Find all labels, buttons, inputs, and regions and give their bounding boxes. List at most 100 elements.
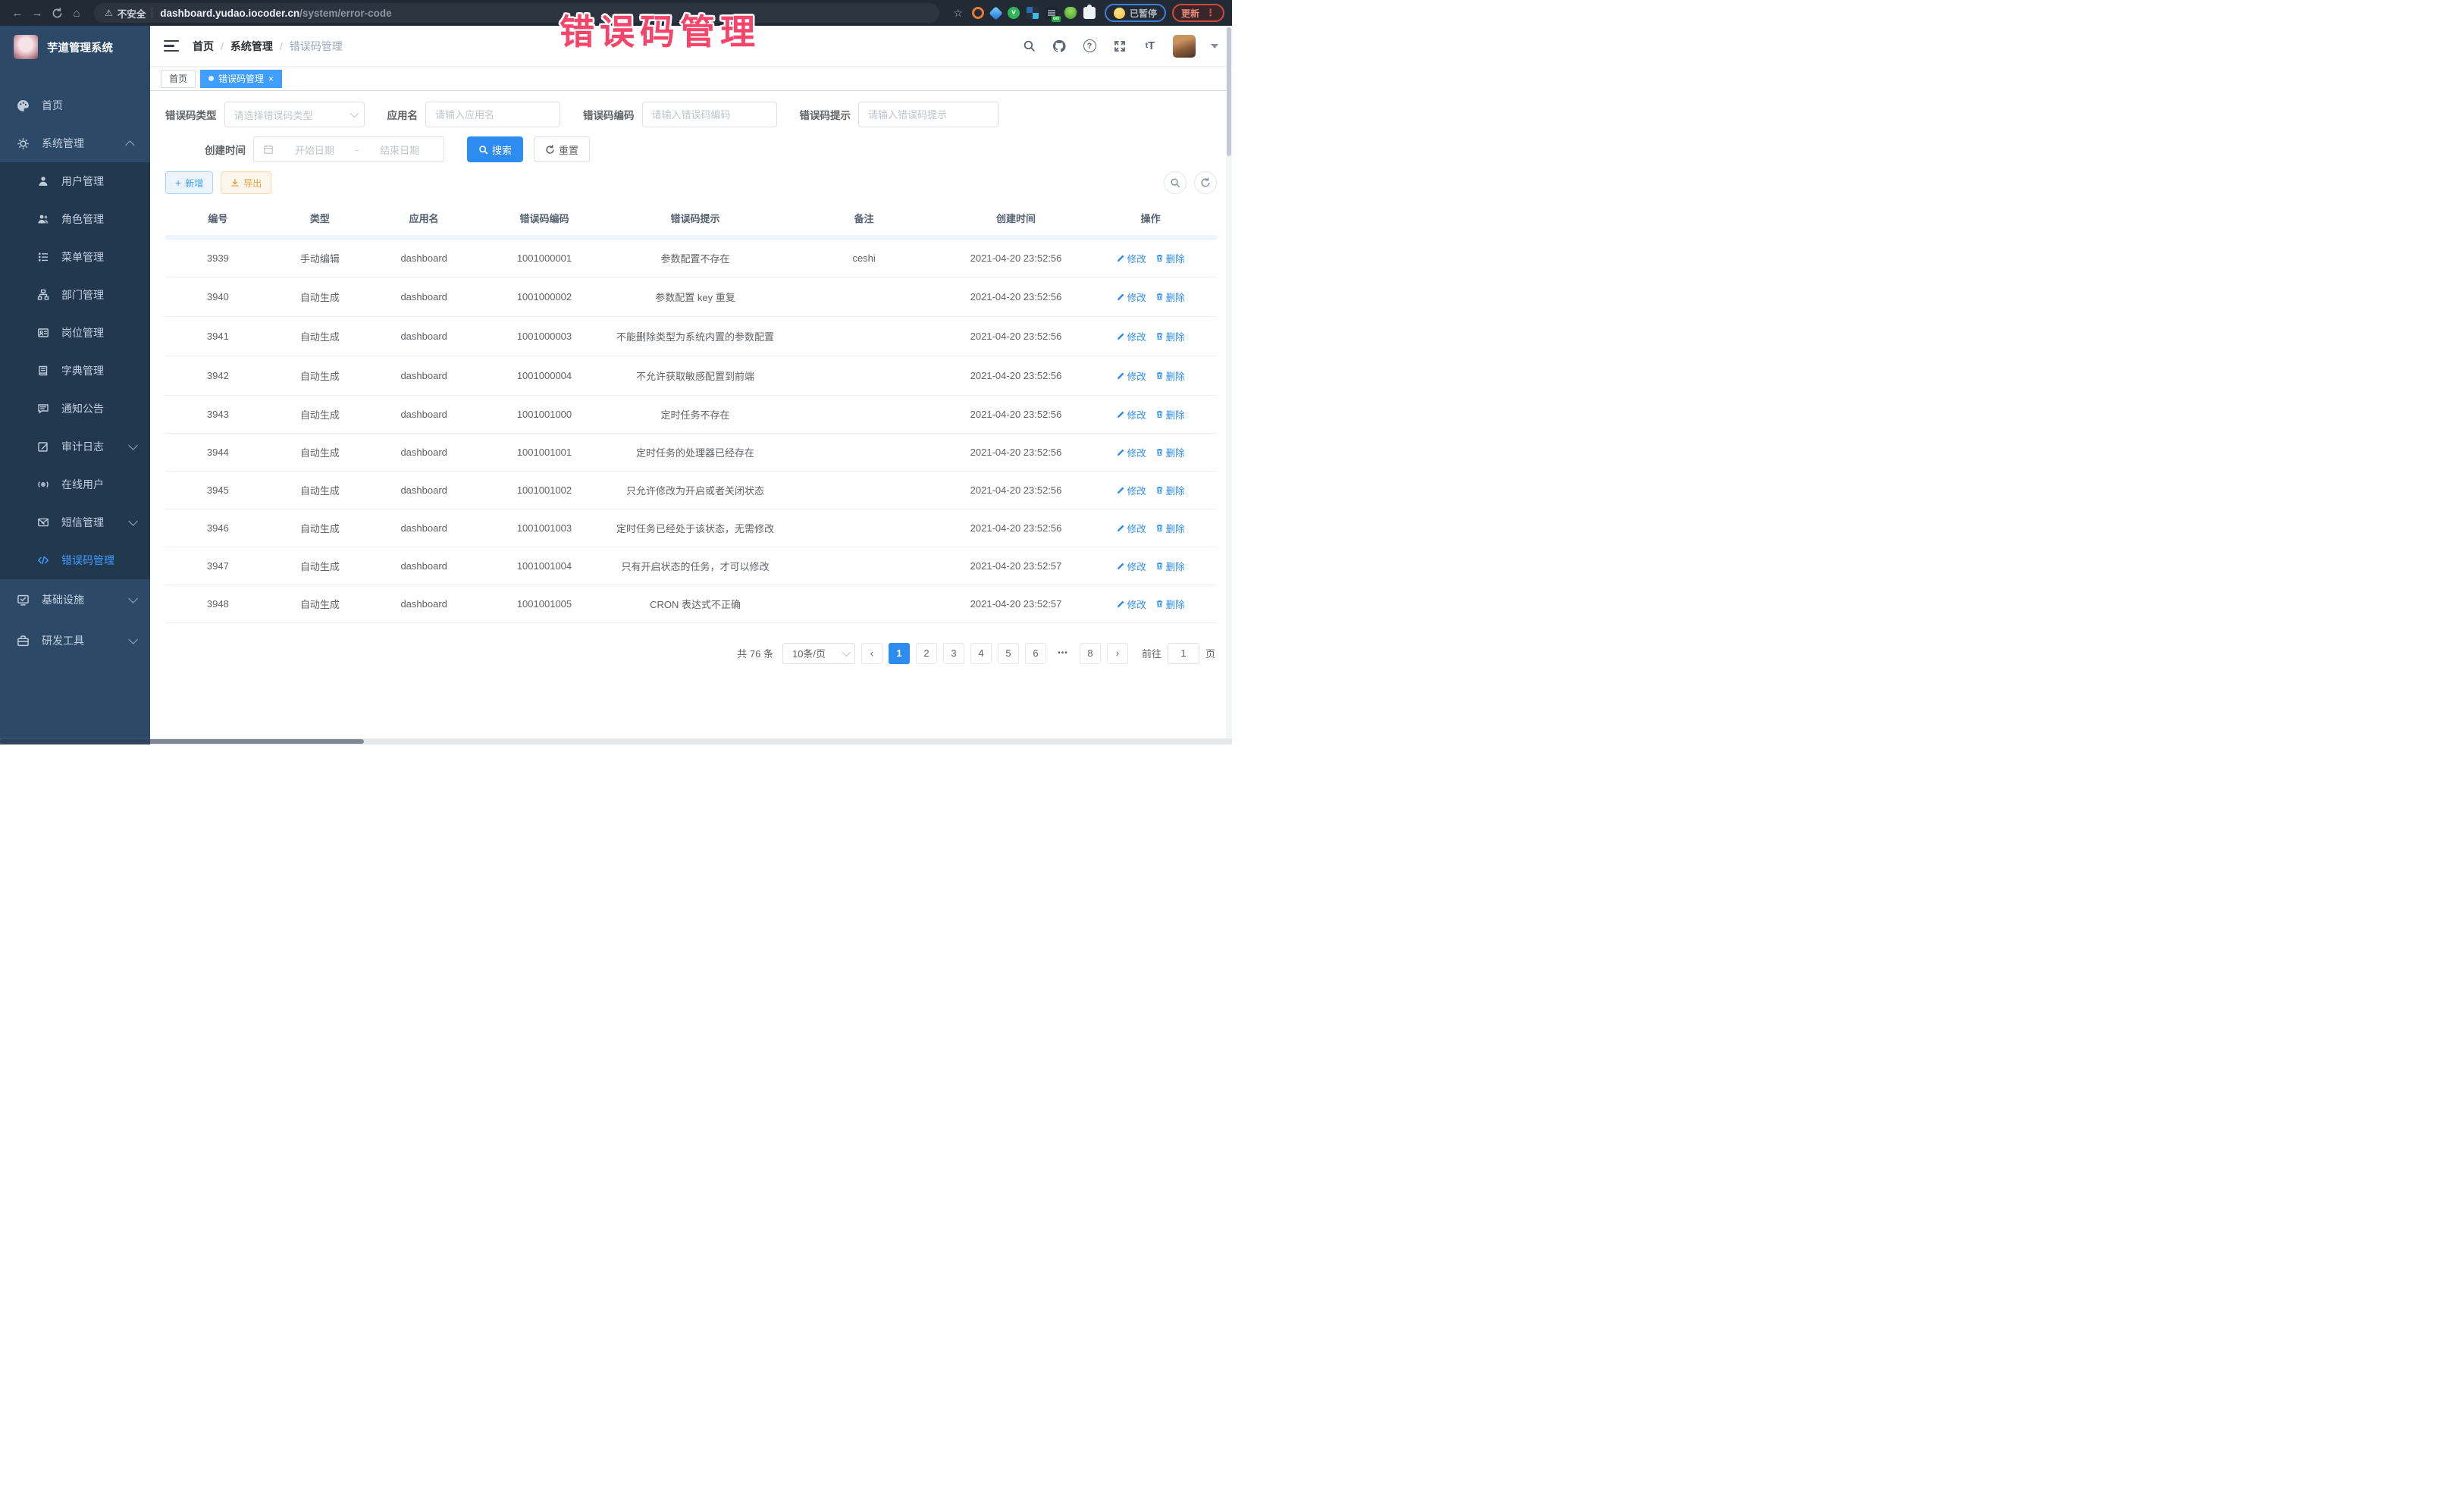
avatar-caret-down-icon[interactable]: [1211, 44, 1218, 49]
prev-page-button[interactable]: ‹: [861, 643, 882, 664]
browser-reload-icon[interactable]: [47, 8, 67, 19]
refresh-button[interactable]: [1194, 171, 1217, 194]
col-app: 应用名: [369, 202, 478, 235]
vertical-scrollbar[interactable]: [1226, 26, 1232, 738]
reset-button[interactable]: 重置: [534, 136, 590, 162]
user-avatar[interactable]: [1173, 35, 1196, 58]
edit-link[interactable]: 修改: [1117, 290, 1146, 304]
delete-link[interactable]: 删除: [1155, 407, 1185, 422]
sidebar-item-dev-tools[interactable]: 研发工具: [0, 620, 150, 661]
delete-link[interactable]: 删除: [1155, 597, 1185, 611]
edit-link[interactable]: 修改: [1117, 329, 1146, 343]
delete-link[interactable]: 删除: [1155, 251, 1185, 265]
edit-link[interactable]: 修改: [1117, 559, 1146, 573]
error-code-input[interactable]: [652, 109, 767, 121]
trash-icon: [1155, 410, 1164, 418]
delete-link[interactable]: 删除: [1155, 559, 1185, 573]
page-number-button[interactable]: 2: [916, 643, 937, 664]
filter-row-1: 错误码类型 请选择错误码类型 应用名 错误码编码: [165, 102, 1217, 127]
breadcrumb-system[interactable]: 系统管理: [230, 39, 273, 54]
edit-link[interactable]: 修改: [1117, 445, 1146, 459]
browser-menu-kebab-icon[interactable]: ⋮: [1205, 7, 1215, 19]
cell-time: 2021-04-20 23:52:56: [948, 356, 1084, 395]
sidebar-item-sms-mgmt[interactable]: 短信管理: [0, 503, 150, 541]
online-icon: [36, 478, 49, 491]
page-number-button[interactable]: 6: [1025, 643, 1046, 664]
export-button[interactable]: 导出: [221, 171, 271, 194]
search-icon[interactable]: [1021, 39, 1036, 54]
goto-page-input[interactable]: [1168, 643, 1199, 664]
address-bar[interactable]: ⚠ 不安全 dashboard.yudao.iocoder.cn /system…: [94, 3, 939, 23]
sidebar-item-online-users[interactable]: 在线用户: [0, 466, 150, 503]
edit-link[interactable]: 修改: [1117, 521, 1146, 535]
extension-puzzle-icon[interactable]: [1083, 7, 1096, 19]
browser-forward-icon[interactable]: →: [27, 7, 47, 20]
bookmark-star-icon[interactable]: ☆: [953, 7, 963, 20]
toggle-search-button[interactable]: [1164, 171, 1187, 194]
breadcrumb-home[interactable]: 首页: [193, 39, 214, 54]
cell-actions: 修改 删除: [1084, 395, 1217, 433]
pencil-icon: [1117, 371, 1125, 380]
page-number-button[interactable]: 3: [943, 643, 964, 664]
extension-list-icon[interactable]: on: [1045, 7, 1058, 19]
tab-error-code[interactable]: 错误码管理 ×: [200, 70, 282, 88]
sidebar-item-user-mgmt[interactable]: 用户管理: [0, 162, 150, 200]
page-number-button[interactable]: 8: [1080, 643, 1101, 664]
error-msg-input[interactable]: [868, 109, 989, 121]
font-size-icon[interactable]: tT: [1143, 39, 1158, 54]
delete-link[interactable]: 删除: [1155, 445, 1185, 459]
page-number-button[interactable]: 5: [998, 643, 1019, 664]
page-number-button[interactable]: •••: [1052, 643, 1074, 664]
sidebar-item-dept-mgmt[interactable]: 部门管理: [0, 276, 150, 314]
horizontal-scrollbar-thumb[interactable]: [0, 739, 364, 744]
delete-link[interactable]: 删除: [1155, 368, 1185, 383]
sidebar-item-error-code-mgmt[interactable]: 错误码管理: [0, 541, 150, 579]
sidebar-item-menu-mgmt[interactable]: 菜单管理: [0, 238, 150, 276]
add-button[interactable]: + 新增: [165, 171, 213, 194]
search-button[interactable]: 搜索: [467, 136, 523, 162]
sidebar-item-home[interactable]: 首页: [0, 86, 150, 124]
github-icon[interactable]: [1052, 39, 1067, 54]
delete-link[interactable]: 删除: [1155, 521, 1185, 535]
table-row: 3941 自动生成 dashboard 1001000003 不能删除类型为系统…: [165, 316, 1217, 356]
next-page-button[interactable]: ›: [1107, 643, 1128, 664]
help-icon[interactable]: ?: [1082, 39, 1097, 54]
error-type-select[interactable]: 请选择错误码类型: [224, 102, 365, 127]
sidebar-item-system[interactable]: 系统管理: [0, 124, 150, 162]
browser-home-icon[interactable]: ⌂: [67, 7, 86, 20]
sidebar-item-role-mgmt[interactable]: 角色管理: [0, 200, 150, 238]
delete-link[interactable]: 删除: [1155, 483, 1185, 497]
extension-gem-icon[interactable]: [989, 6, 1002, 20]
sidebar-item-post-mgmt[interactable]: 岗位管理: [0, 314, 150, 352]
tab-close-icon[interactable]: ×: [268, 74, 274, 83]
profile-paused-pill[interactable]: 已暂停: [1105, 4, 1166, 22]
tab-home[interactable]: 首页: [161, 70, 196, 88]
edit-link[interactable]: 修改: [1117, 407, 1146, 422]
extension-green-icon[interactable]: v: [1008, 7, 1020, 19]
page-number-button[interactable]: 4: [970, 643, 992, 664]
sidebar-item-audit-log[interactable]: 审计日志: [0, 428, 150, 466]
delete-link[interactable]: 删除: [1155, 290, 1185, 304]
vertical-scrollbar-thumb[interactable]: [1227, 27, 1231, 156]
browser-back-icon[interactable]: ←: [8, 7, 27, 20]
horizontal-scrollbar[interactable]: [0, 738, 1232, 744]
edit-link[interactable]: 修改: [1117, 483, 1146, 497]
extension-plant-icon[interactable]: [1064, 7, 1077, 19]
fullscreen-icon[interactable]: [1112, 39, 1127, 54]
edit-link[interactable]: 修改: [1117, 597, 1146, 611]
browser-update-pill[interactable]: 更新 ⋮: [1172, 4, 1224, 22]
sidebar-item-infra[interactable]: 基础设施: [0, 579, 150, 620]
delete-link[interactable]: 删除: [1155, 329, 1185, 343]
page-number-button[interactable]: 1: [889, 643, 910, 664]
app-name-input[interactable]: [435, 109, 550, 121]
sidebar-item-dict-mgmt[interactable]: 字典管理: [0, 352, 150, 390]
extension-grid-icon[interactable]: [1027, 7, 1039, 19]
create-time-range-picker[interactable]: 开始日期 - 结束日期: [253, 136, 444, 162]
edit-link[interactable]: 修改: [1117, 368, 1146, 383]
sidebar-toggle-icon[interactable]: [164, 40, 179, 52]
edit-link[interactable]: 修改: [1117, 251, 1146, 265]
sidebar-item-notice-mgmt[interactable]: 通知公告: [0, 390, 150, 428]
page-size-select[interactable]: 10条/页: [782, 643, 855, 664]
start-date-placeholder: 开始日期: [280, 143, 350, 157]
extension-ring-icon[interactable]: [972, 7, 984, 19]
